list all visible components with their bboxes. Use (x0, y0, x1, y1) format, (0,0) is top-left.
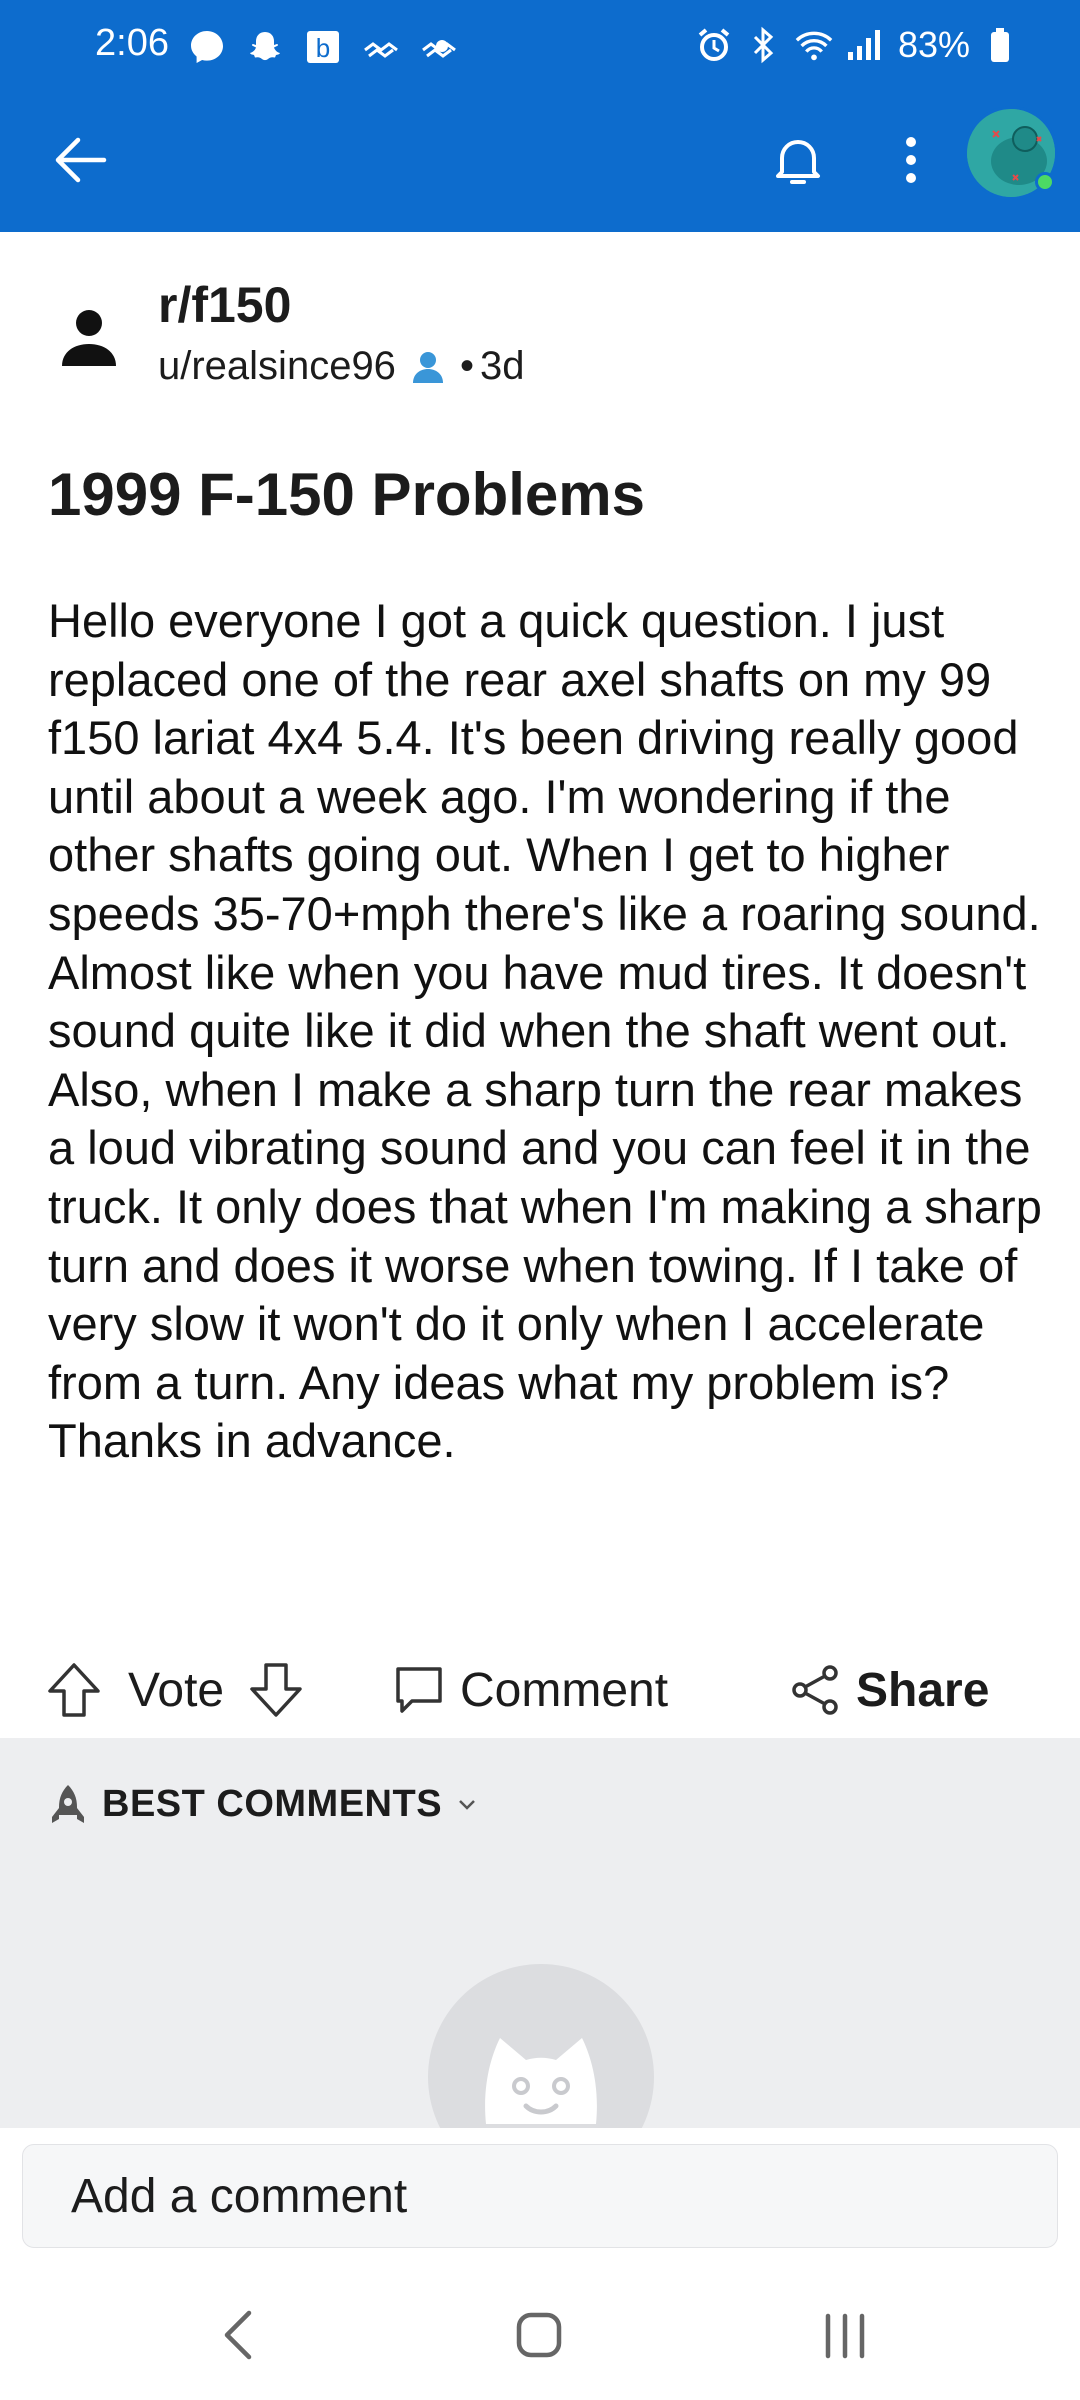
add-comment-input[interactable]: Add a comment (22, 2144, 1058, 2248)
share-icon (792, 1665, 838, 1715)
bluetooth-icon (744, 24, 784, 66)
comment-sort-dropdown[interactable]: BEST COMMENTS (48, 1782, 478, 1826)
status-right-icons: 83% (694, 24, 1080, 66)
rocket-icon (52, 1785, 84, 1823)
nav-recents-button[interactable] (790, 2290, 900, 2380)
battery-icon (980, 24, 1020, 66)
online-status-dot (1035, 172, 1055, 192)
share-label: Share (856, 1663, 990, 1717)
more-vertical-icon (906, 137, 916, 183)
home-square-icon (516, 2312, 562, 2358)
upvote-icon[interactable] (46, 1661, 102, 1719)
post-age: 3d (479, 344, 525, 388)
alarm-icon (694, 24, 734, 66)
share-button[interactable]: Share (788, 1663, 989, 1718)
post-title: 1999 F-150 Problems (48, 461, 645, 528)
arrow-left-icon (55, 137, 107, 183)
comment-sort-label: BEST COMMENTS (102, 1782, 443, 1825)
chevron-left-icon (224, 2310, 252, 2360)
back-button[interactable] (40, 120, 120, 200)
status-bar: 2:06 b 83% (0, 0, 1080, 96)
vote-label: Vote (128, 1663, 225, 1717)
post-actions: Vote Comment Share (0, 1640, 1080, 1740)
comment-label: Comment (460, 1663, 669, 1717)
comment-button[interactable]: Comment (392, 1663, 668, 1718)
byline-separator: • (459, 344, 474, 388)
system-navigation-bar (0, 2270, 1080, 2400)
nav-home-button[interactable] (484, 2290, 594, 2380)
post-byline: u/realsince96 • 3d (158, 344, 524, 389)
downvote-icon[interactable] (248, 1661, 304, 1719)
b-app-icon: b (302, 26, 344, 68)
wifi-icon (794, 24, 834, 66)
cellular-signal-icon (844, 24, 884, 66)
notifications-button[interactable] (758, 120, 838, 200)
more-options-button[interactable] (876, 120, 946, 200)
battery-percent: 83% (897, 24, 970, 65)
chevron-down-icon (459, 1800, 475, 1810)
post-body: Hello everyone I got a quick question. I… (48, 594, 1042, 1468)
signal-wave-icon (360, 26, 402, 68)
add-comment-bar: Add a comment (0, 2128, 1080, 2270)
status-left-icons: b (186, 26, 460, 68)
recents-icon (825, 2313, 865, 2359)
person-badge-icon (412, 351, 443, 383)
vote-group: Vote (46, 1661, 304, 1719)
svg-text:b: b (316, 33, 330, 63)
status-time: 2:06 (95, 22, 169, 64)
post-header: r/f150 u/realsince96 • 3d (0, 268, 1080, 408)
app-header: 2:06 b 83% (0, 0, 1080, 232)
subreddit-name[interactable]: r/f150 (158, 276, 291, 334)
messenger-icon (186, 26, 228, 68)
user-icon[interactable] (58, 306, 120, 368)
author-name[interactable]: u/realsince96 (158, 344, 396, 389)
snapchat-icon (244, 26, 286, 68)
comment-icon (396, 1667, 442, 1713)
bell-icon (776, 140, 820, 184)
app-bar (0, 96, 1080, 232)
nav-back-button[interactable] (184, 2290, 294, 2380)
comments-section: BEST COMMENTS (0, 1738, 1080, 2190)
notification-dot (436, 40, 448, 52)
